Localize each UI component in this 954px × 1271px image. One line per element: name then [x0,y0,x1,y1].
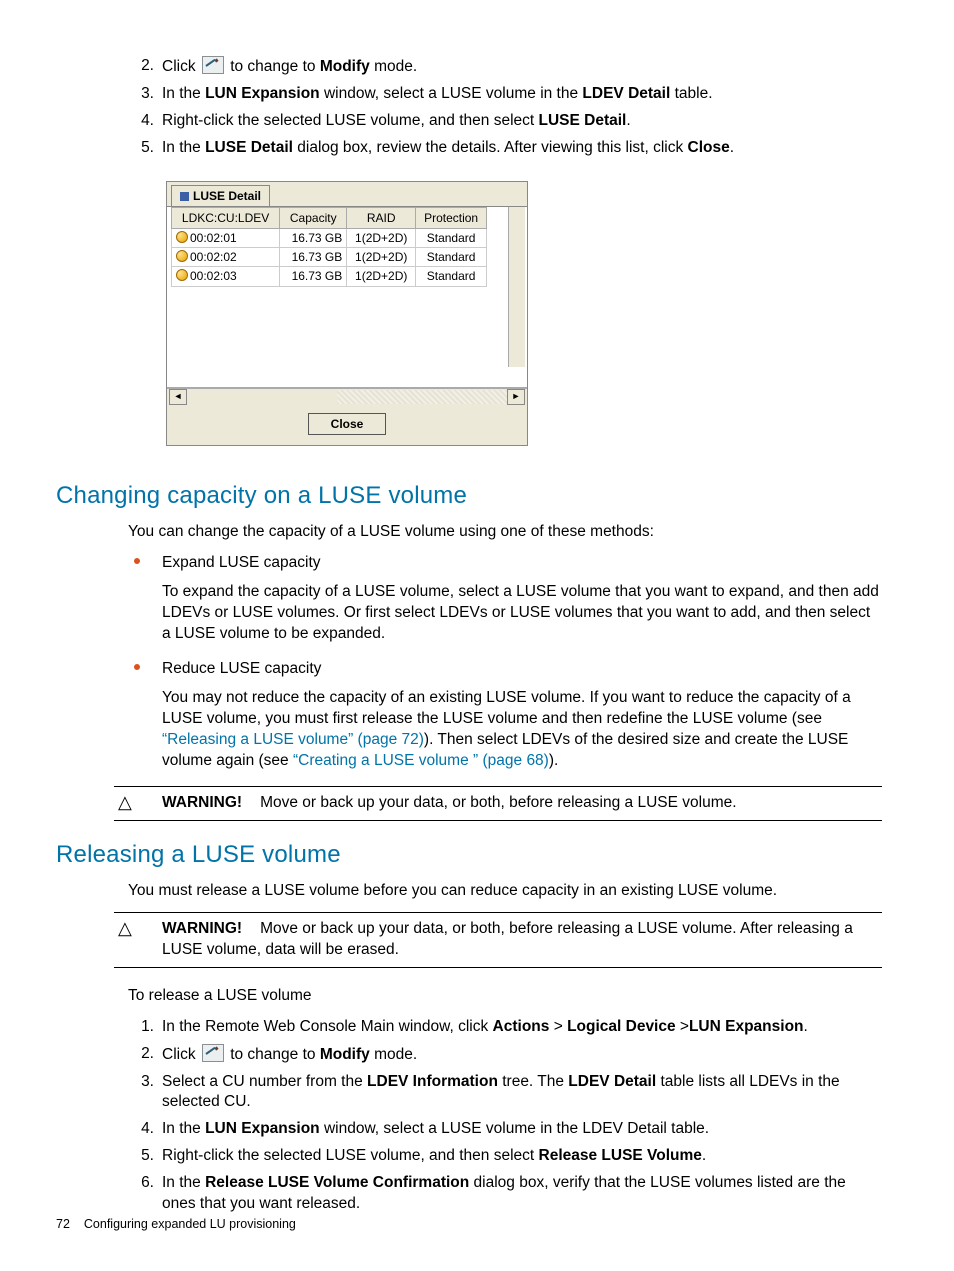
bullet-title: Expand LUSE capacity [162,554,321,571]
step-number: 4. [126,1119,154,1140]
step-text: Right-click the selected LUSE volume, an… [162,1147,706,1164]
page-number: 72 [56,1217,70,1231]
step-number: 6. [126,1173,154,1194]
step-text: Select a CU number from the LDEV Informa… [162,1073,840,1111]
step-3: 3. Select a CU number from the LDEV Info… [56,1072,882,1114]
step-5: 5. In the LUSE Detail dialog box, review… [56,138,882,159]
volume-icon [176,269,188,281]
dialog-tab[interactable]: LUSE Detail [171,185,270,206]
step-number: 2. [126,56,154,77]
horizontal-scrollbar[interactable]: ◄ ► [167,388,527,405]
step-number: 3. [126,84,154,105]
warning-icon: △ [118,919,132,937]
step-5: 5. Right-click the selected LUSE volume,… [56,1146,882,1167]
modify-mode-icon [202,56,224,74]
col-raid[interactable]: RAID [347,207,416,228]
scroll-left-button[interactable]: ◄ [169,389,187,405]
step-text: In the Release LUSE Volume Confirmation … [162,1174,846,1212]
bullet-body: You may not reduce the capacity of an ex… [162,688,882,772]
step-text: Click to change to Modify mode. [162,58,417,75]
section-heading-releasing-luse: Releasing a LUSE volume [56,839,882,871]
col-protection[interactable]: Protection [416,207,487,228]
step-4: 4. In the LUN Expansion window, select a… [56,1119,882,1140]
step-1: 1. In the Remote Web Console Main window… [56,1017,882,1038]
step-number: 5. [126,1146,154,1167]
dialog-tabbar: LUSE Detail [167,182,527,207]
bullet-icon [134,558,140,564]
footer-title: Configuring expanded LU provisioning [84,1217,296,1231]
step-2: 2. Click to change to Modify mode. [56,1044,882,1066]
section-intro: You must release a LUSE volume before yo… [128,881,882,902]
warning-icon: △ [118,793,132,811]
warning-text: Move or back up your data, or both, befo… [162,920,853,958]
step-6: 6. In the Release LUSE Volume Confirmati… [56,1173,882,1215]
step-number: 3. [126,1072,154,1093]
table-row[interactable]: 00:02:02 16.73 GB 1(2D+2D) Standard [172,248,487,267]
bullet-body: To expand the capacity of a LUSE volume,… [162,582,882,645]
step-text: In the LUN Expansion window, select a LU… [162,1120,709,1137]
page-footer: 72 Configuring expanded LU provisioning [56,1216,296,1233]
scroll-right-button[interactable]: ► [507,389,525,405]
xref-creating-luse[interactable]: “Creating a LUSE volume ” (page 68) [293,752,549,769]
volume-icon [176,231,188,243]
warning-callout: △ WARNING! Move or back up your data, or … [114,786,882,821]
step-number: 2. [126,1044,154,1065]
warning-callout: △ WARNING!Move or back up your data, or … [114,912,882,968]
section-intro: You can change the capacity of a LUSE vo… [128,522,882,543]
section-heading-changing-capacity: Changing capacity on a LUSE volume [56,480,882,512]
tab-icon [180,192,189,201]
luse-detail-dialog: LUSE Detail LDKC:CU:LDEV Capacity RAID P… [166,181,882,446]
step-3: 3. In the LUN Expansion window, select a… [56,84,882,105]
table-row[interactable]: 00:02:03 16.73 GB 1(2D+2D) Standard [172,267,487,286]
step-text: In the LUN Expansion window, select a LU… [162,85,713,102]
col-capacity[interactable]: Capacity [280,207,347,228]
bullet-title: Reduce LUSE capacity [162,660,321,677]
xref-releasing-luse[interactable]: “Releasing a LUSE volume” (page 72) [162,731,424,748]
close-button[interactable]: Close [308,413,387,435]
step-4: 4. Right-click the selected LUSE volume,… [56,111,882,132]
step-text: In the LUSE Detail dialog box, review th… [162,139,734,156]
warning-text: Move or back up your data, or both, befo… [260,794,736,811]
modify-mode-icon [202,1044,224,1062]
list-item-expand: Expand LUSE capacity To expand the capac… [56,553,882,645]
warning-label: WARNING! [162,920,242,937]
luse-detail-table: LDKC:CU:LDEV Capacity RAID Protection 00… [171,207,487,287]
step-text: Right-click the selected LUSE volume, an… [162,112,631,129]
col-ldkc[interactable]: LDKC:CU:LDEV [172,207,280,228]
step-number: 1. [126,1017,154,1038]
volume-icon [176,250,188,262]
step-text: In the Remote Web Console Main window, c… [162,1018,808,1035]
step-text: Click to change to Modify mode. [162,1046,417,1063]
procedure-lead: To release a LUSE volume [128,986,882,1007]
release-procedure: 1. In the Remote Web Console Main window… [56,1017,882,1215]
step-number: 4. [126,111,154,132]
table-row[interactable]: 00:02:01 16.73 GB 1(2D+2D) Standard [172,229,487,248]
top-procedure: 2. Click to change to Modify mode. 3. In… [56,56,882,159]
step-2: 2. Click to change to Modify mode. [56,56,882,78]
vertical-scrollbar[interactable] [508,207,525,367]
bullet-icon [134,664,140,670]
step-number: 5. [126,138,154,159]
scroll-track[interactable] [337,390,507,404]
warning-label: WARNING! [162,794,242,811]
list-item-reduce: Reduce LUSE capacity You may not reduce … [56,659,882,772]
capacity-methods-list: Expand LUSE capacity To expand the capac… [56,553,882,771]
